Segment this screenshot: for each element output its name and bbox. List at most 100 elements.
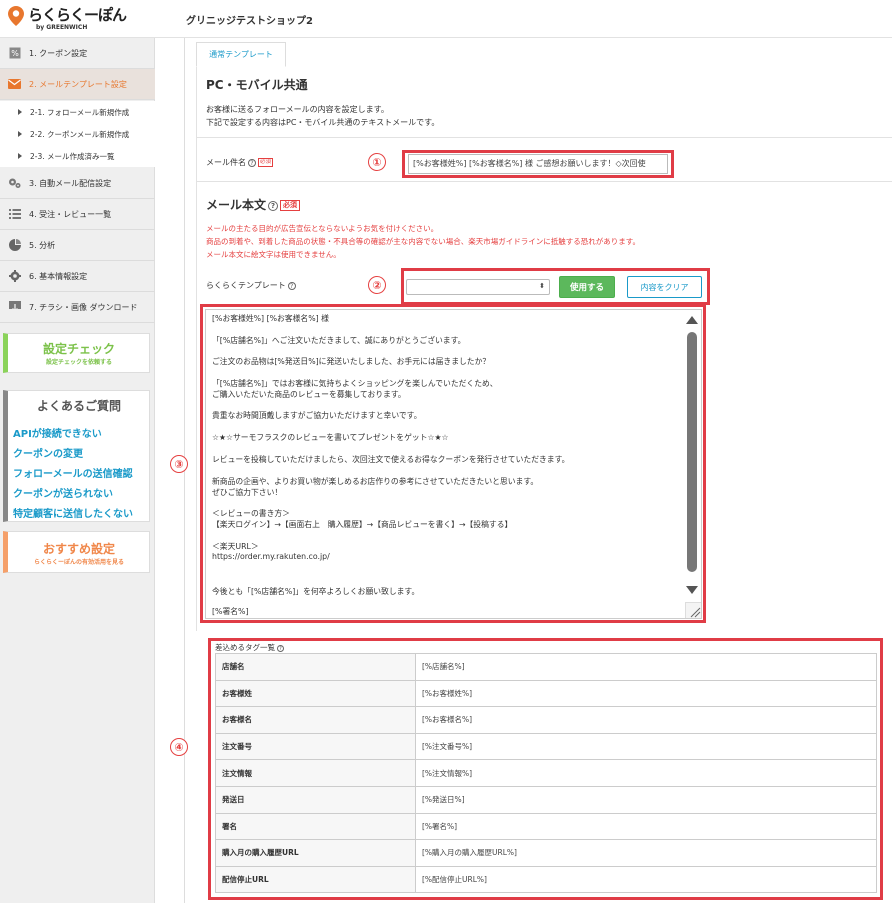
sidebar-item-label: 7. チラシ・画像 ダウンロード xyxy=(29,302,138,312)
sidebar-subitem-coupon-mail[interactable]: 2-2. クーポンメール新規作成 xyxy=(0,123,155,145)
sidebar-item-label: 6. 基本情報設定 xyxy=(29,271,88,281)
caret-right-icon xyxy=(18,153,22,159)
sidebar-subitem-label: 2-1. フォローメール新規作成 xyxy=(30,107,130,117)
faq-link[interactable]: APIが接続できない xyxy=(13,425,102,440)
settings-check-card[interactable]: 設定チェック 設定チェックを依頼する xyxy=(3,333,150,373)
recommended-settings-card[interactable]: おすすめ設定 らくらくーぽんの有効活用を見る xyxy=(3,531,150,573)
subject-label-text: メール件名 xyxy=(206,158,246,167)
list-icon xyxy=(8,208,21,221)
tag-name: お客様姓 xyxy=(215,679,416,708)
sidebar-item-coupon[interactable]: % 1. クーポン設定 xyxy=(0,38,155,69)
scroll-up-arrow-icon[interactable] xyxy=(686,316,698,324)
table-row: 店舗名 [%店舗名%] xyxy=(215,653,877,681)
tag-name: 発送日 xyxy=(215,785,416,814)
body-line: 【楽天ログイン】→【画面右上 購入履歴】→【商品レビューを書く】→【投稿する】 xyxy=(212,520,513,529)
tag-code: [%注文番号%] xyxy=(415,732,877,761)
faq-link[interactable]: クーポンの変更 xyxy=(13,445,83,460)
section-intro: 下記で設定する内容はPC・モバイル共通のテキストメールです。 xyxy=(206,118,440,127)
section-intro: お客様に送るフォローメールの内容を設定します。 xyxy=(206,105,389,114)
sidebar-item-analysis[interactable]: 5. 分析 xyxy=(0,230,155,261)
sidebar-subitem-mail-list[interactable]: 2-3. メール作成済み一覧 xyxy=(0,145,155,167)
scrollbar-thumb[interactable] xyxy=(687,332,697,572)
gear-icon xyxy=(8,270,21,283)
section-title: PC・モバイル共通 xyxy=(206,78,308,92)
sidebar-item-label: 4. 受注・レビュー一覧 xyxy=(29,209,112,219)
vertical-scrollbar[interactable] xyxy=(685,312,699,600)
sidebar-subitem-follow-mail[interactable]: 2-1. フォローメール新規作成 xyxy=(0,101,155,123)
app-logo[interactable]: らくらくーぽん by GREENWICH xyxy=(6,6,127,34)
tag-code: [%署名%] xyxy=(415,812,877,841)
faq-link[interactable]: 特定顧客に送信したくない xyxy=(13,505,133,520)
faq-title: よくあるご質問 xyxy=(36,399,121,413)
scroll-down-arrow-icon[interactable] xyxy=(686,586,698,594)
pie-chart-icon xyxy=(8,239,21,252)
tag-name: 署名 xyxy=(215,812,416,841)
tag-name: 購入月の購入履歴URL xyxy=(215,839,416,867)
mail-icon xyxy=(8,78,21,91)
body-title: メール本文? 必須 xyxy=(206,196,301,213)
tab-normal-template[interactable]: 通常テンプレート xyxy=(196,42,286,67)
warning-text: メール本文に絵文字は使用できません。 xyxy=(206,250,341,259)
faq-link[interactable]: フォローメールの送信確認 xyxy=(13,465,133,480)
annotation-marker-4: ④ xyxy=(170,738,188,756)
brand-sub: by GREENWICH xyxy=(36,24,88,31)
sidebar-item-basic-info[interactable]: 6. 基本情報設定 xyxy=(0,261,155,292)
recommended-title: おすすめ設定 xyxy=(42,542,115,556)
sidebar: % 1. クーポン設定 2. メールテンプレート設定 2-1. フォローメール新… xyxy=(0,38,155,903)
tags-title-text: 差込めるタグ一覧 xyxy=(215,643,275,652)
sidebar-item-mail-template[interactable]: 2. メールテンプレート設定 xyxy=(0,69,155,100)
table-row: 配信停止URL [%配信停止URL%] xyxy=(215,865,877,894)
template-label: らくらくテンプレート? xyxy=(206,280,296,291)
sidebar-item-download[interactable]: 7. チラシ・画像 ダウンロード xyxy=(0,292,155,323)
table-row: 注文番号 [%注文番号%] xyxy=(215,732,877,761)
tag-name: お客様名 xyxy=(215,706,416,734)
sidebar-item-label: 5. 分析 xyxy=(29,240,56,250)
body-line: 今後とも「[%店舗名%]」を何卒よろしくお願い致します。 xyxy=(212,587,420,596)
required-badge: 必須 xyxy=(280,200,301,211)
tag-code: [%配信停止URL%] xyxy=(415,865,877,894)
sidebar-item-label: 2. メールテンプレート設定 xyxy=(29,79,127,89)
help-icon[interactable]: ? xyxy=(277,644,284,652)
sidebar-item-auto-mail[interactable]: 3. 自動メール配信設定 xyxy=(0,168,155,199)
tags-table: 店舗名 [%店舗名%] お客様姓 [%お客様姓%] お客様名 [%お客様名%] 注文番… xyxy=(215,653,877,894)
select-arrows-icon: ⬍ xyxy=(539,282,545,290)
body-line: 「[%店舗名%]」へご注文いただきまして、誠にありがとうございます。 xyxy=(212,336,466,345)
recommended-subtitle: らくらくーぽんの有効活用を見る xyxy=(33,559,124,566)
tag-name: 店舗名 xyxy=(215,653,416,681)
shop-name: グリニッジテストショップ2 xyxy=(186,16,313,27)
use-template-button[interactable]: 使用する xyxy=(559,276,615,298)
help-icon[interactable]: ? xyxy=(248,158,256,167)
location-pin-icon xyxy=(8,6,24,26)
tag-code: [%店舗名%] xyxy=(415,653,877,681)
tag-code: [%お客様姓%] xyxy=(415,679,877,708)
body-line: ☆★☆サーモフラスクのレビューを書いてプレゼントをゲット☆★☆ xyxy=(212,433,449,442)
body-line: [%署名%] xyxy=(212,607,249,616)
body-line: レビューを投稿していただけましたら、次回注文で使えるお得なクーポンを発行させてい… xyxy=(212,455,570,464)
subject-input[interactable]: [%お客様姓%] [%お客様名%] 様 ご感想お願いします！◇次回使 xyxy=(408,154,668,174)
required-badge: 必須 xyxy=(258,158,274,167)
body-title-text: メール本文 xyxy=(206,198,267,212)
body-line: 貴重なお時間頂戴しますがご協力いただけますと幸いです。 xyxy=(212,411,422,420)
table-row: お客様名 [%お客様名%] xyxy=(215,706,877,734)
annotation-marker-2: ② xyxy=(368,276,386,294)
mail-body-textarea[interactable]: [%お客様姓%] [%お客様名%] 様 「[%店舗名%]」へご注文いただきまして… xyxy=(205,309,702,619)
sidebar-item-orders[interactable]: 4. 受注・レビュー一覧 xyxy=(0,199,155,230)
clear-content-button[interactable]: 内容をクリア xyxy=(627,276,702,298)
gears-icon xyxy=(8,177,21,190)
tag-code: [%発送日%] xyxy=(415,785,877,814)
annotation-marker-1: ① xyxy=(368,153,386,171)
template-label-text: らくらくテンプレート xyxy=(206,281,286,290)
faq-card: よくあるご質問 APIが接続できない クーポンの変更 フォローメールの送信確認 … xyxy=(3,390,150,522)
sidebar-subitem-label: 2-3. メール作成済み一覧 xyxy=(30,151,115,161)
brand-name: らくらくーぽん xyxy=(28,6,127,24)
help-icon[interactable]: ? xyxy=(287,281,296,290)
sidebar-item-label: 1. クーポン設定 xyxy=(29,48,88,58)
tag-name: 配信停止URL xyxy=(215,865,416,894)
body-line: 新商品の企画や、よりお買い物が楽しめるお店作りの参考にさせていただきたいと思いま… xyxy=(212,477,539,486)
faq-link[interactable]: クーポンが送られない xyxy=(13,485,113,500)
body-line: ご注文のお品物は[%発送日%]に発送いたしました、お手元には届きましたか？ xyxy=(212,357,491,366)
template-select[interactable]: ⬍ xyxy=(406,279,550,295)
resize-handle-icon[interactable] xyxy=(685,602,701,618)
warning-text: 商品の到着や、到着した商品の状態・不具合等の確認が主な内容でない場合、楽天市場ガ… xyxy=(206,237,641,246)
help-icon[interactable]: ? xyxy=(268,200,279,211)
